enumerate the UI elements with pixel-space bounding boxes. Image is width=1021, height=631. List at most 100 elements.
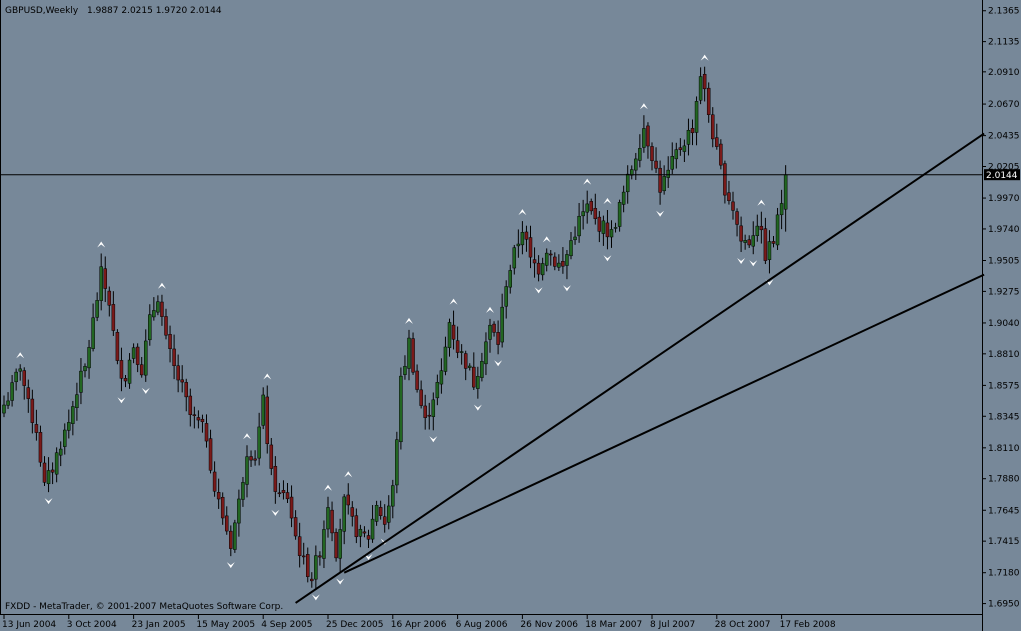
bull-candle-body bbox=[581, 211, 585, 217]
bear-candle-body bbox=[723, 163, 727, 196]
price-tick-label: 1.8345 bbox=[988, 412, 1020, 422]
bear-candle-body bbox=[472, 366, 476, 388]
price-tick-label: 2.1135 bbox=[988, 38, 1020, 48]
bear-candle-body bbox=[605, 222, 610, 238]
bull-candle-body bbox=[617, 202, 622, 227]
candle bbox=[411, 332, 415, 375]
price-tick-label: 2.1365 bbox=[988, 7, 1020, 17]
bear-candle-body bbox=[180, 379, 184, 383]
bull-candle-body bbox=[468, 365, 472, 368]
bear-candle-body bbox=[103, 268, 107, 289]
bull-candle-body bbox=[374, 505, 379, 522]
bull-candle-body bbox=[585, 203, 589, 213]
bear-candle-body bbox=[249, 456, 253, 461]
bear-candle-body bbox=[759, 225, 764, 231]
bear-candle-body bbox=[739, 225, 743, 242]
time-tick-label: 3 Oct 2004 bbox=[67, 620, 117, 630]
bear-candle-body bbox=[362, 531, 367, 534]
bear-candle-body bbox=[225, 515, 229, 532]
bear-candle-body bbox=[42, 462, 47, 483]
bull-candle-body bbox=[148, 314, 152, 341]
price-tick-label: 2.0910 bbox=[988, 68, 1020, 78]
bull-candle-body bbox=[322, 529, 326, 559]
bear-candle-body bbox=[415, 370, 419, 390]
bear-candle-body bbox=[30, 398, 35, 423]
bear-candle-body bbox=[646, 125, 650, 147]
bull-candle-body bbox=[779, 203, 784, 216]
bear-candle-body bbox=[419, 389, 423, 406]
candle bbox=[233, 519, 237, 553]
bull-candle-body bbox=[625, 173, 630, 193]
bear-candle-body bbox=[455, 340, 460, 353]
bull-candle-body bbox=[459, 351, 464, 353]
bear-candle-body bbox=[719, 143, 723, 166]
bear-candle-body bbox=[690, 128, 695, 134]
bear-candle-body bbox=[192, 414, 197, 416]
bull-candle-body bbox=[399, 375, 403, 443]
current-price-label: 2.0144 bbox=[984, 169, 1020, 181]
bull-candle-body bbox=[2, 404, 6, 414]
bear-candle-body bbox=[273, 466, 278, 492]
bull-candle-body bbox=[54, 452, 59, 475]
bull-candle-body bbox=[613, 227, 618, 229]
time-tick-label: 28 Oct 2007 bbox=[715, 620, 771, 630]
bull-candle-body bbox=[569, 240, 573, 257]
bear-candle-body bbox=[253, 458, 257, 461]
bull-candle-body bbox=[476, 376, 480, 389]
bear-candle-body bbox=[208, 438, 213, 471]
bear-candle-body bbox=[285, 492, 290, 500]
candle bbox=[395, 431, 399, 494]
bear-candle-body bbox=[411, 338, 415, 373]
price-tick-label: 1.8575 bbox=[988, 381, 1020, 391]
bull-candle-body bbox=[358, 528, 363, 537]
bull-candle-body bbox=[152, 310, 156, 318]
bull-candle-body bbox=[75, 394, 79, 408]
bear-candle-body bbox=[731, 201, 735, 211]
bear-candle-body bbox=[463, 353, 468, 369]
bear-candle-body bbox=[727, 192, 731, 201]
price-tick-label: 1.7645 bbox=[988, 506, 1020, 516]
bull-candle-body bbox=[447, 322, 452, 348]
bear-candle-body bbox=[771, 241, 776, 244]
bull-candle-body bbox=[46, 470, 51, 485]
bear-candle-body bbox=[536, 262, 541, 275]
bear-candle-body bbox=[423, 405, 427, 418]
bull-candle-body bbox=[488, 324, 492, 340]
bull-candle-body bbox=[783, 174, 788, 210]
price-tick-label: 1.9740 bbox=[988, 225, 1020, 235]
bull-candle-body bbox=[682, 145, 687, 152]
bear-candle-body bbox=[354, 515, 359, 538]
bull-candle-body bbox=[565, 254, 569, 266]
candle bbox=[334, 528, 338, 562]
bear-candle-body bbox=[107, 290, 112, 306]
bear-candle-body bbox=[334, 532, 338, 559]
price-tick-label: 1.9505 bbox=[988, 257, 1020, 267]
bull-candle-body bbox=[79, 370, 83, 393]
bear-candle-body bbox=[763, 228, 768, 261]
bull-candle-body bbox=[638, 148, 642, 161]
bull-candle-body bbox=[14, 371, 18, 383]
bull-candle-body bbox=[387, 505, 391, 523]
bull-candle-body bbox=[156, 301, 160, 313]
bull-candle-body bbox=[144, 340, 148, 376]
bear-candle-body bbox=[34, 424, 39, 433]
bull-candle-body bbox=[127, 359, 132, 384]
bear-candle-body bbox=[301, 555, 306, 558]
bear-candle-body bbox=[678, 147, 683, 150]
bear-candle-body bbox=[289, 496, 294, 519]
bull-candle-body bbox=[91, 317, 95, 349]
bull-candle-body bbox=[674, 149, 679, 160]
ohlc-values: 1.9887 2.0215 1.9720 2.0144 bbox=[87, 6, 222, 16]
chart-header: GBPUSD,Weekly 1.9887 2.0215 1.9720 2.014… bbox=[5, 6, 222, 16]
bear-candle-body bbox=[111, 304, 116, 331]
bull-candle-body bbox=[666, 169, 670, 178]
bear-candle-body bbox=[310, 578, 314, 582]
price-chart[interactable]: 2.13652.11352.09102.06702.04352.02051.99… bbox=[0, 0, 1021, 631]
bull-candle-body bbox=[557, 262, 561, 268]
bull-candle-body bbox=[326, 507, 330, 530]
bull-candle-body bbox=[18, 368, 22, 372]
bear-candle-body bbox=[382, 516, 387, 525]
bull-candle-body bbox=[480, 361, 484, 378]
bear-candle-body bbox=[654, 160, 658, 169]
price-tick-label: 1.9970 bbox=[988, 194, 1020, 204]
